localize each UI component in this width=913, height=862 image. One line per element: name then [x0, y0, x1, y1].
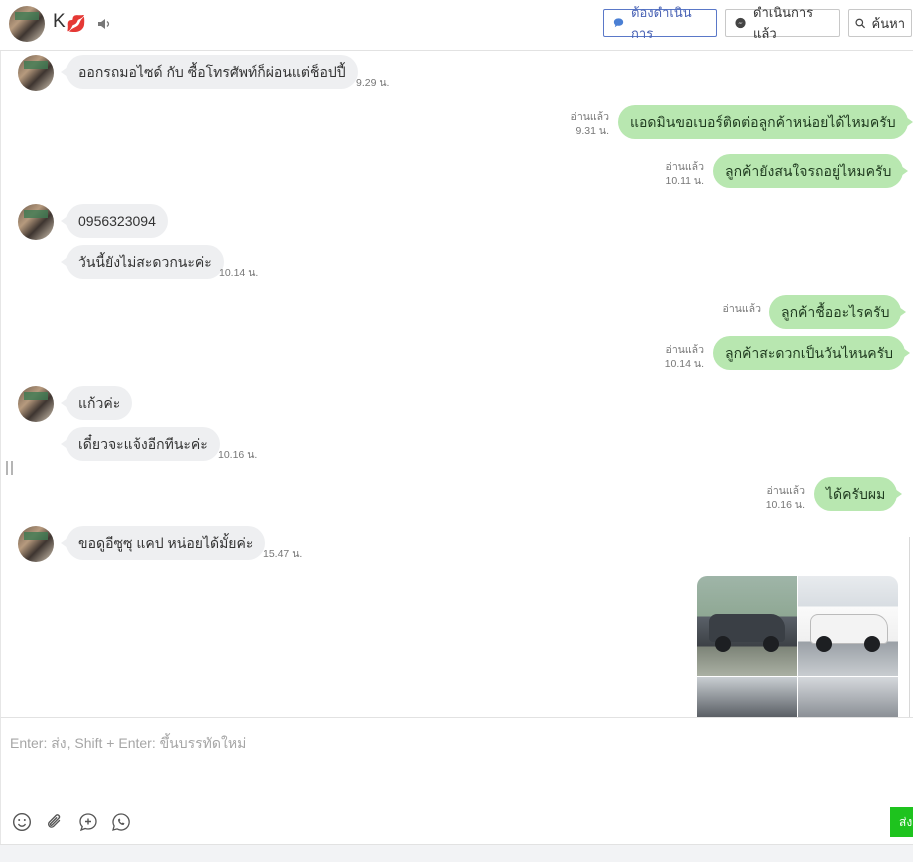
- read-status: อ่านแล้ว: [665, 161, 704, 173]
- speaker-icon[interactable]: [96, 16, 112, 32]
- car-photo[interactable]: [697, 576, 797, 676]
- incoming-message: ออกรถมอไซด์ กับ ซื้อโทรศัพท์ก็ผ่อนแต่ช็อ…: [61, 55, 358, 89]
- composer: ส่ง: [0, 717, 913, 844]
- customer-avatar: [18, 386, 54, 422]
- done-button[interactable]: ดำเนินการแล้ว: [725, 5, 840, 41]
- emoji-icon[interactable]: [12, 812, 32, 832]
- side-panel-edge: [909, 537, 913, 717]
- read-status: อ่านแล้ว: [766, 485, 805, 497]
- todo-label: ต้องดำเนินการ: [631, 5, 692, 41]
- line-chat-icon[interactable]: [111, 812, 131, 832]
- outgoing-message: ได้ครับผม: [814, 477, 903, 511]
- lips-emoji-icon: 💋: [66, 14, 86, 33]
- read-status: อ่านแล้ว: [570, 111, 609, 123]
- incoming-message: 0956323094: [61, 204, 168, 238]
- car-photo[interactable]: [798, 677, 898, 717]
- customer-avatar: [18, 204, 54, 240]
- incoming-message: แก้วค่ะ: [60, 386, 133, 420]
- message-time: 15.47 น.: [263, 548, 303, 560]
- read-status: อ่านแล้ว: [665, 344, 704, 356]
- speech-bubble-icon: [613, 18, 624, 28]
- car-photo[interactable]: [697, 677, 797, 717]
- message-time: 10.16 น.: [765, 499, 805, 511]
- incoming-message: ขอดูอีซูซุ แคป หน่อยได้มั้ยค่ะ: [60, 526, 266, 560]
- contact-avatar[interactable]: [9, 6, 45, 42]
- search-button[interactable]: ค้นหา: [848, 9, 912, 37]
- message-input[interactable]: [10, 728, 880, 758]
- car-photo[interactable]: [798, 576, 898, 676]
- message-time: 10.14 น.: [219, 267, 259, 279]
- incoming-message: วันนี้ยังไม่สะดวกนะค่ะ: [61, 245, 224, 279]
- attachment-icon[interactable]: [45, 812, 65, 832]
- message-time: 10.11 น.: [665, 175, 704, 187]
- image-gallery[interactable]: [697, 576, 898, 717]
- message-time: 10.16 น.: [218, 449, 258, 461]
- contact-name[interactable]: K: [53, 11, 66, 33]
- customer-avatar: [18, 526, 54, 562]
- chat-header: K 💋 ต้องดำเนินการ ดำเนินการแล้ว ค้นหา: [0, 0, 913, 51]
- messenger-icon: [735, 17, 746, 29]
- search-icon: [855, 18, 866, 28]
- outgoing-message: แอดมินขอเบอร์ติดต่อลูกค้าหน่อยได้ไหมครับ: [618, 105, 913, 139]
- message-time: 10.14 น.: [664, 358, 704, 370]
- resize-handle[interactable]: [6, 461, 13, 475]
- send-button[interactable]: ส่ง: [890, 807, 913, 837]
- incoming-message: เดี๋ยวจะแจ้งอีกทีนะค่ะ: [61, 427, 220, 461]
- message-time: 9.29 น.: [356, 77, 390, 89]
- search-label: ค้นหา: [871, 15, 905, 31]
- read-status: อ่านแล้ว: [722, 303, 761, 315]
- outgoing-message: ลูกค้าสะดวกเป็นวันไหนครับ: [713, 336, 911, 370]
- message-time: 9.31 น.: [575, 125, 609, 137]
- customer-avatar: [18, 55, 54, 91]
- add-comment-icon[interactable]: [78, 812, 98, 832]
- todo-button[interactable]: ต้องดำเนินการ: [603, 5, 717, 41]
- footer-strip: [0, 844, 913, 862]
- outgoing-message: ลูกค้าชื้ออะไรครับ: [769, 295, 907, 329]
- message-list[interactable]: ออกรถมอไซด์ กับ ซื้อโทรศัพท์ก็ผ่อนแต่ช็อ…: [0, 51, 913, 717]
- done-label: ดำเนินการแล้ว: [753, 5, 814, 41]
- outgoing-message: ลูกค้ายังสนใจรถอยู่ไหมครับ: [713, 154, 909, 188]
